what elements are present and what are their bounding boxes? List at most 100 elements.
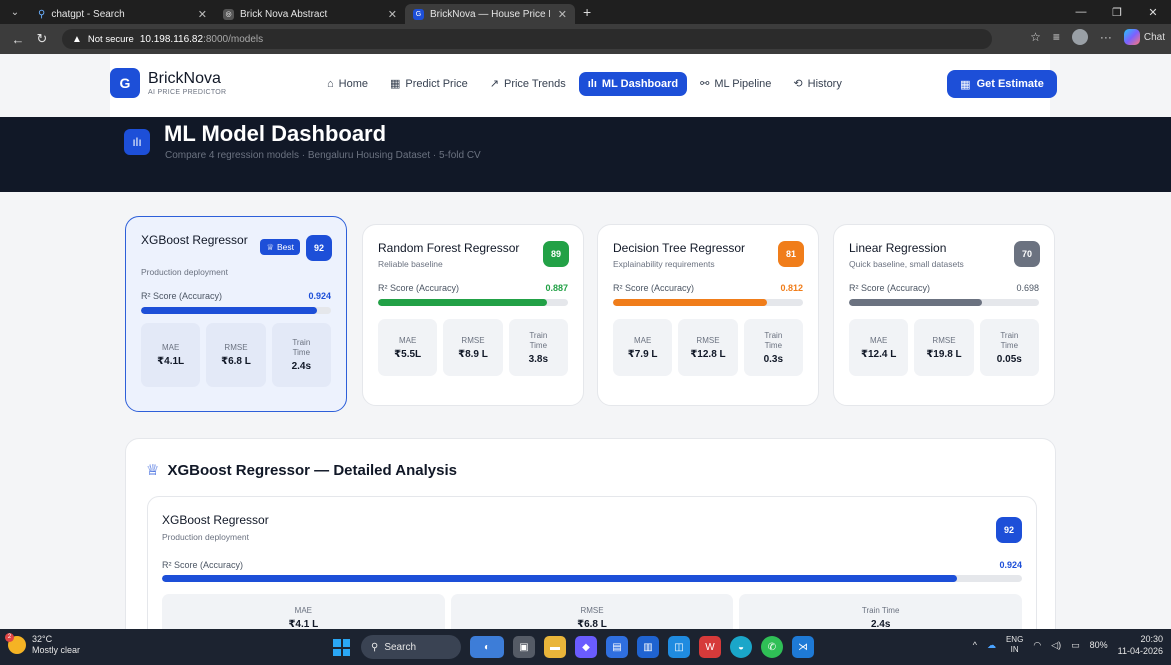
widgets-icon[interactable]: ◐ [470, 636, 504, 658]
vscode-icon[interactable]: ⋊ [792, 636, 814, 658]
system-tray: ^ ☁ ENG IN ◠ ◁) ▭ 80% 20:30 11-04-2026 [973, 633, 1163, 657]
vscode-blue-icon[interactable]: ▥ [637, 636, 659, 658]
metric-mae: MAE ₹12.4 L [849, 319, 909, 376]
wifi-icon[interactable]: ◠ [1033, 640, 1041, 651]
metric-value: 0.3s [763, 353, 784, 365]
brand-name: BrickNova [148, 69, 221, 87]
score-badge: 81 [778, 241, 804, 267]
copilot-icon [1123, 29, 1140, 45]
metric-value: ₹19.8 L [926, 348, 962, 360]
model-desc: Quick baseline, small datasets [849, 259, 964, 269]
outlook-icon[interactable]: ◫ [668, 636, 690, 658]
app-navbar: G BrickNova AI PRICE PREDICTOR ⌂ Home ▦ … [110, 54, 1057, 117]
close-icon[interactable]: ✕ [558, 8, 567, 21]
metric-train-time: Train Time 2.4s [271, 323, 331, 387]
r2-value: 0.924 [999, 560, 1022, 570]
profile-avatar[interactable] [1071, 29, 1088, 45]
minimize-icon[interactable]: — [1063, 0, 1099, 24]
brand[interactable]: G BrickNova AI PRICE PREDICTOR [110, 68, 226, 98]
store-icon[interactable]: ▤ [606, 636, 628, 658]
edge-icon[interactable]: ◒ [730, 636, 752, 658]
reload-icon[interactable]: ↻ [30, 31, 54, 47]
windows-start-icon[interactable] [333, 639, 350, 656]
weather-sun-icon: 2 [5, 633, 26, 654]
taskbar-search[interactable]: ⚲ Search [361, 635, 461, 659]
best-badge: ♕ Best [260, 239, 300, 255]
file-explorer-icon[interactable]: ▬ [544, 636, 566, 658]
award-icon: ♕ [266, 241, 274, 252]
detail-model-card: XGBoost Regressor Production deployment … [147, 496, 1037, 629]
metric-rmse: RMSE ₹19.8 L [914, 319, 974, 376]
new-tab-icon[interactable]: + [583, 4, 591, 20]
r2-progress-bar [378, 299, 568, 306]
nav-ml-dashboard[interactable]: ılı ML Dashboard [578, 71, 688, 96]
notification-badge: 2 [5, 633, 14, 642]
model-card-random-forest[interactable]: Random Forest Regressor 89 Reliable base… [362, 224, 584, 406]
detail-metrics-row: MAE ₹4.1 L RMSE ₹6.8 L Train Time 2.4s [162, 594, 1023, 629]
page-header: ılı ML Model Dashboard Compare 4 regress… [0, 117, 1171, 192]
nav-label: ML Dashboard [601, 77, 679, 90]
close-icon[interactable]: ✕ [388, 8, 397, 21]
r2-label: R² Score (Accuracy) [849, 283, 931, 293]
metric-mae: MAE ₹4.1 L [162, 594, 445, 629]
browser-toolbar: ☆ ≡ ··· Chat [1030, 29, 1165, 45]
browser-tab-abstract[interactable]: ◎ Brick Nova Abstract ✕ [215, 4, 405, 24]
nav-price-trends[interactable]: ↗ Price Trends [481, 71, 575, 96]
battery-percent: 80% [1089, 640, 1108, 650]
nav-history[interactable]: ⟲ History [784, 71, 850, 96]
close-window-icon[interactable]: ✕ [1135, 0, 1171, 24]
nav-ml-pipeline[interactable]: ⚯ ML Pipeline [691, 71, 780, 96]
nav-predict-price[interactable]: ▦ Predict Price [381, 71, 477, 96]
metrics-row: MAE ₹5.5L RMSE ₹8.9 L Train Time 3.8s [378, 319, 568, 376]
get-estimate-button[interactable]: ▦ Get Estimate [947, 70, 1057, 98]
taskbar-apps: ◐ ▣ ▬ ◆ ▤ ▥ ◫ W ◒ ✆ ⋊ [470, 636, 814, 658]
r2-label: R² Score (Accuracy) [378, 283, 460, 293]
metric-label: Train Time [1000, 330, 1019, 350]
volume-icon[interactable]: ◁) [1051, 640, 1061, 651]
weather-widget[interactable]: 2 32°C Mostly clear [5, 633, 81, 656]
back-icon[interactable]: ← [6, 32, 30, 47]
nav-label: Home [338, 77, 368, 90]
tab-actions-icon[interactable]: ⌄ [0, 0, 30, 24]
language-indicator[interactable]: ENG IN [1006, 635, 1023, 655]
score-badge: 92 [996, 517, 1022, 543]
nav-home[interactable]: ⌂ Home [318, 72, 377, 96]
whatsapp-icon[interactable]: ✆ [761, 636, 783, 658]
metric-value: ₹12.4 L [861, 348, 897, 360]
url-field[interactable]: ▲ Not secure 10.198.116.82:8000/models [62, 29, 992, 49]
security-label: Not secure [87, 33, 134, 45]
more-icon[interactable]: ··· [1100, 30, 1112, 44]
favorites-list-icon[interactable]: ≡ [1053, 30, 1060, 44]
metric-rmse: RMSE ₹12.8 L [678, 319, 738, 376]
maximize-icon[interactable]: ❐ [1099, 0, 1135, 24]
clock[interactable]: 20:30 11-04-2026 [1118, 633, 1163, 657]
r2-progress-bar [613, 299, 803, 306]
bar-chart-icon: ılı [587, 77, 597, 90]
r2-progress-fill [849, 299, 982, 306]
pipeline-icon: ⚯ [700, 78, 710, 90]
trend-icon: ↗ [489, 78, 499, 90]
model-card-linear-regression[interactable]: Linear Regression 70 Quick baseline, sma… [833, 224, 1055, 406]
model-card-decision-tree[interactable]: Decision Tree Regressor 81 Explainabilit… [597, 224, 819, 406]
browser-tab-bricknova[interactable]: G BrickNova — House Price Predictio ✕ [405, 4, 575, 24]
favorite-star-icon[interactable]: ☆ [1030, 30, 1041, 44]
model-desc: Reliable baseline [378, 259, 443, 269]
copilot-chat-button[interactable]: Chat [1123, 29, 1165, 45]
metric-label: Train Time [292, 338, 311, 357]
weather-desc: Mostly clear [32, 645, 81, 655]
wps-icon[interactable]: W [699, 636, 721, 658]
battery-icon[interactable]: ▭ [1071, 640, 1080, 651]
search-label: Search [384, 641, 417, 653]
task-view-icon[interactable]: ▣ [513, 636, 535, 658]
close-icon[interactable]: ✕ [198, 8, 207, 21]
onedrive-icon[interactable]: ☁ [987, 640, 996, 651]
metric-train-time: Train Time 3.8s [508, 319, 568, 376]
metric-value: 3.8s [528, 353, 549, 365]
page-viewport: G BrickNova AI PRICE PREDICTOR ⌂ Home ▦ … [0, 54, 1171, 629]
browser-tab-search[interactable]: ⚲ chatgpt - Search ✕ [30, 4, 215, 24]
model-card-xgboost[interactable]: XGBoost Regressor ♕ Best 92 Production de… [125, 216, 347, 412]
copilot-app-icon[interactable]: ◆ [575, 636, 597, 658]
score-badge: 70 [1014, 241, 1040, 267]
chevron-up-icon[interactable]: ^ [973, 640, 977, 650]
nav-label: ML Pipeline [714, 77, 772, 90]
